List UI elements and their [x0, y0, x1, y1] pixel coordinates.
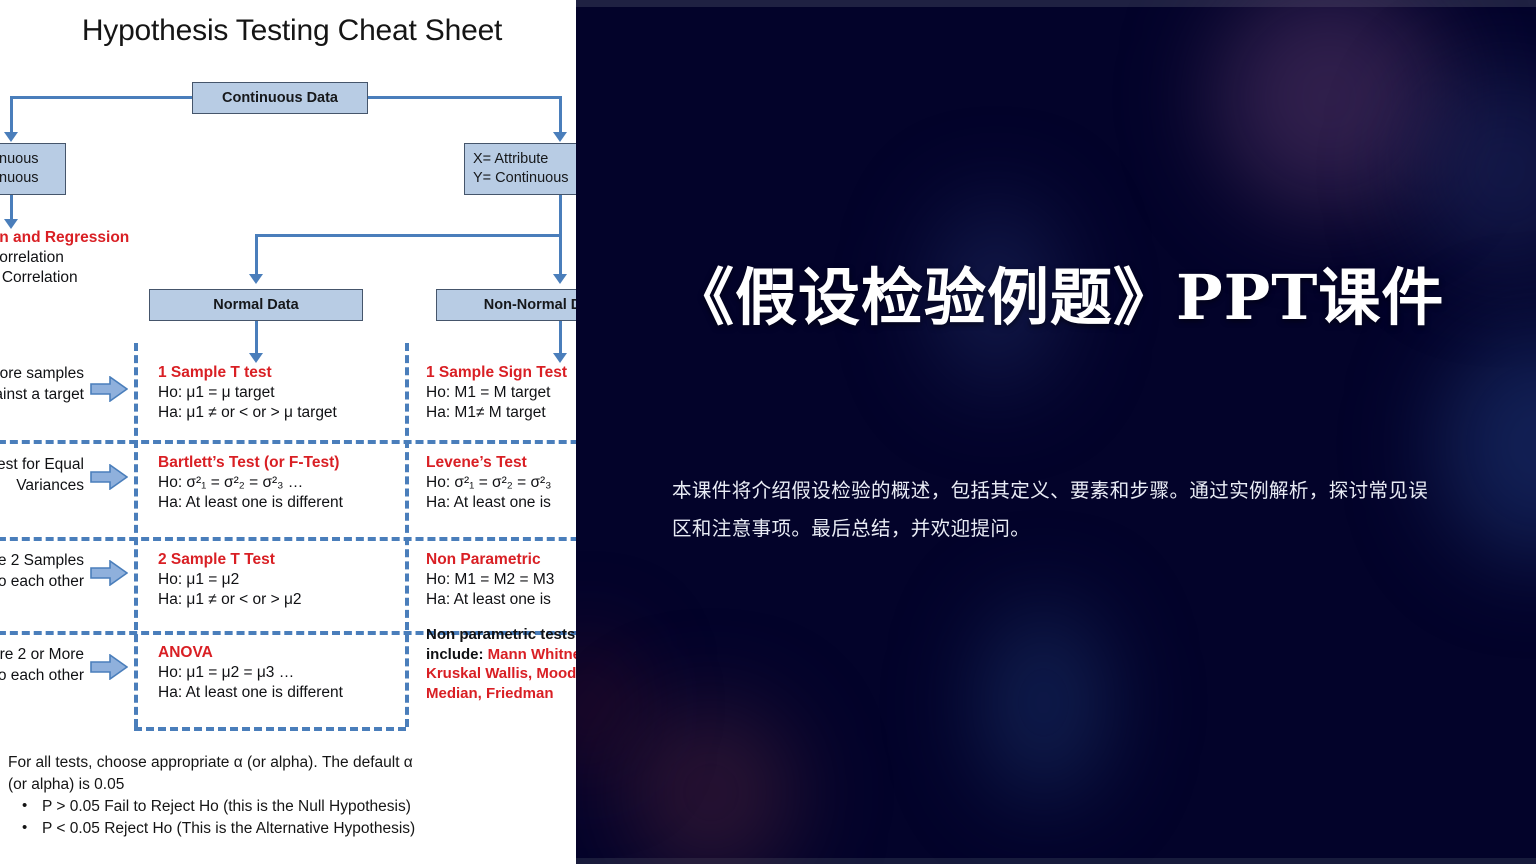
nonparametric-tests-1: Mann Whitney,: [487, 645, 576, 663]
connector-root-bus: [10, 96, 192, 99]
row-label-2-line-1: Test for Equal: [0, 456, 84, 473]
nonnormal-cell-2-ha: Ha: At least one is: [426, 494, 551, 512]
slide-content-pane: 《假设检验例题》PPT课件 本课件将介绍假设检验的概述，包括其定义、要素和步骤。…: [576, 0, 1536, 864]
normal-cell-2-ha: Ha: At least one is different: [158, 494, 343, 512]
normal-cell-3-ho: Ho: μ1 = μ2: [158, 571, 240, 589]
nonparametric-note-line-2: include: Mann Whitney,: [426, 645, 576, 665]
slide-text-container: 《假设检验例题》PPT课件 本课件将介绍假设检验的概述，包括其定义、要素和步骤。…: [672, 0, 1496, 864]
node-x-attribute-y-continuous: X= Attribute Y= Continuous: [464, 143, 576, 195]
chevron-right-icon-row-3: [90, 560, 128, 586]
cheat-sheet-image-pane: Hypothesis Testing Cheat Sheet Continuou…: [0, 0, 576, 864]
normal-cell-3: 2 Sample T Test Ho: μ1 = μ2 Ha: μ1 ≠ or …: [158, 550, 302, 610]
nonnormal-cell-1: 1 Sample Sign Test Ho: M1 = M target Ha:…: [426, 363, 567, 423]
node-non-normal-data: Non-Normal Data: [436, 289, 576, 321]
nonnormal-cell-3-ho: Ho: M1 = M2 = M3: [426, 571, 555, 589]
nonnormal-cell-1-test: 1 Sample Sign Test: [426, 364, 567, 381]
nonnormal-cell-3-ha: Ha: At least one is: [426, 591, 551, 609]
connector-attr-drop: [559, 195, 562, 236]
normal-cell-1: 1 Sample T test Ho: μ1 = μ target Ha: μ1…: [158, 363, 337, 423]
correlation-line-1: Pearson Correlation: [0, 249, 64, 267]
slide-title: 《假设检验例题》PPT课件: [672, 261, 1445, 334]
nonnormal-cell-2-ho: Ho: σ²₁ = σ²₂ = σ²₃: [426, 474, 552, 492]
footer-bullet-1: P > 0.05 Fail to Reject Ho (this is the …: [8, 795, 568, 818]
nonparametric-note: Non parametric tests include: Mann Whitn…: [426, 625, 576, 703]
normal-cell-4-test: ANOVA: [158, 644, 213, 661]
chevron-right-icon-row-4: [90, 654, 128, 680]
connector-normal-drop: [255, 234, 258, 276]
normal-cell-1-ho: Ho: μ1 = μ target: [158, 384, 275, 402]
normal-cell-2-ho: Ho: σ²₁ = σ²₂ = σ²₃ …: [158, 474, 304, 492]
normal-cell-4-ho: Ho: μ1 = μ2 = μ3 …: [158, 664, 295, 682]
connector-root-right-drop: [559, 96, 562, 134]
connector-normal-to-tests: [255, 321, 258, 355]
grid-row-divider-2: [0, 537, 576, 541]
cheat-sheet-title: Hypothesis Testing Cheat Sheet: [81, 14, 503, 47]
normal-cell-1-test: 1 Sample T test: [158, 364, 272, 381]
correlation-heading: Correlation and Regression: [0, 229, 130, 246]
row-label-3-line-1: Compare 2 Samples: [0, 552, 84, 569]
row-label-4: Compare 2 or More to each other: [0, 645, 84, 687]
nonparametric-note-line-1: Non parametric tests: [426, 626, 576, 643]
normal-cell-2-test: Bartlett’s Test (or F-Test): [158, 454, 340, 471]
footer-bullet-2: P < 0.05 Reject Ho (This is the Alternat…: [8, 817, 568, 840]
nonparametric-include-label: include:: [426, 645, 488, 663]
row-label-4-line-1: Compare 2 or More: [0, 646, 84, 663]
nonnormal-cell-2: Levene’s Test Ho: σ²₁ = σ²₂ = σ²₃ Ha: At…: [426, 453, 552, 513]
row-label-3-line-2: to each other: [0, 572, 84, 590]
normal-cell-3-ha: Ha: μ1 ≠ or < or > μ2: [158, 591, 302, 609]
node-normal-data: Normal Data: [149, 289, 363, 321]
chevron-right-icon-row-1: [90, 376, 128, 402]
correlation-line-2: Spearman Correlation: [0, 269, 78, 287]
row-label-2-line-2: Variances: [16, 476, 84, 494]
row-label-4-line-2: to each other: [0, 666, 84, 684]
nonnormal-cell-2-test: Levene’s Test: [426, 454, 527, 471]
presentation-slide: Hypothesis Testing Cheat Sheet Continuou…: [0, 0, 1536, 864]
arrow-root-left: [4, 132, 18, 142]
normal-cell-2: Bartlett’s Test (or F-Test) Ho: σ²₁ = σ²…: [158, 453, 343, 513]
normal-cell-1-ha: Ha: μ1 ≠ or < or > μ target: [158, 404, 337, 422]
nonnormal-cell-3-test: Non Parametric: [426, 551, 541, 568]
connector-root-left-drop: [10, 96, 13, 134]
row-label-1-line-2: against a target: [0, 385, 84, 403]
glow-red-left-edge: [576, 640, 628, 770]
cheat-sheet-footer: For all tests, choose appropriate α (or …: [8, 752, 568, 840]
nonparametric-tests-3: Median, Friedman: [426, 684, 554, 702]
connector-nonnormal-to-tests: [559, 321, 562, 355]
connector-normal-bus: [255, 234, 562, 237]
grid-divider-middle: [405, 343, 409, 727]
grid-divider-left: [134, 343, 138, 727]
normal-cell-4: ANOVA Ho: μ1 = μ2 = μ3 … Ha: At least on…: [158, 643, 343, 703]
nonnormal-cell-1-ho: Ho: M1 = M target: [426, 384, 551, 402]
note-correlation-regression: Correlation and Regression Pearson Corre…: [0, 228, 186, 288]
node-continuous-data: Continuous Data: [192, 82, 368, 114]
hypothesis-testing-cheat-sheet: Hypothesis Testing Cheat Sheet Continuou…: [0, 0, 576, 864]
footer-line-2: (or alpha) is 0.05: [8, 776, 125, 793]
chevron-right-icon-row-2: [90, 464, 128, 490]
row-label-1-line-1: 1 or more samples: [0, 365, 84, 382]
row-label-2: Test for Equal Variances: [0, 455, 84, 497]
footer-line-1: For all tests, choose appropriate α (or …: [8, 754, 413, 771]
arrow-root-right: [553, 132, 567, 142]
arrow-normal: [249, 274, 263, 284]
connector-root-bus-right: [368, 96, 562, 99]
row-label-1: 1 or more samples against a target: [0, 364, 84, 406]
nonnormal-cell-1-ha: Ha: M1≠ M target: [426, 404, 546, 422]
normal-cell-3-test: 2 Sample T Test: [158, 551, 275, 568]
nonnormal-cell-3: Non Parametric Ho: M1 = M2 = M3 Ha: At l…: [426, 550, 554, 610]
arrow-normal-to-tests: [249, 353, 263, 363]
arrow-nonnormal: [553, 274, 567, 284]
nonparametric-tests-2: Kruskal Wallis, Moods: [426, 665, 576, 682]
slide-description: 本课件将介绍假设检验的概述，包括其定义、要素和步骤。通过实例解析，探讨常见误区和…: [672, 479, 1429, 541]
grid-row-divider-4: [134, 727, 406, 731]
connector-nonnormal-drop: [559, 234, 562, 276]
grid-row-divider-1: [0, 440, 576, 444]
normal-cell-4-ha: Ha: At least one is different: [158, 684, 343, 702]
row-label-3: Compare 2 Samples to each other: [0, 551, 84, 593]
connector-to-correlation: [10, 195, 13, 221]
arrow-nonnormal-to-tests: [553, 353, 567, 363]
node-xy-continuous: X= Continuous Y= Continuous: [0, 143, 66, 195]
